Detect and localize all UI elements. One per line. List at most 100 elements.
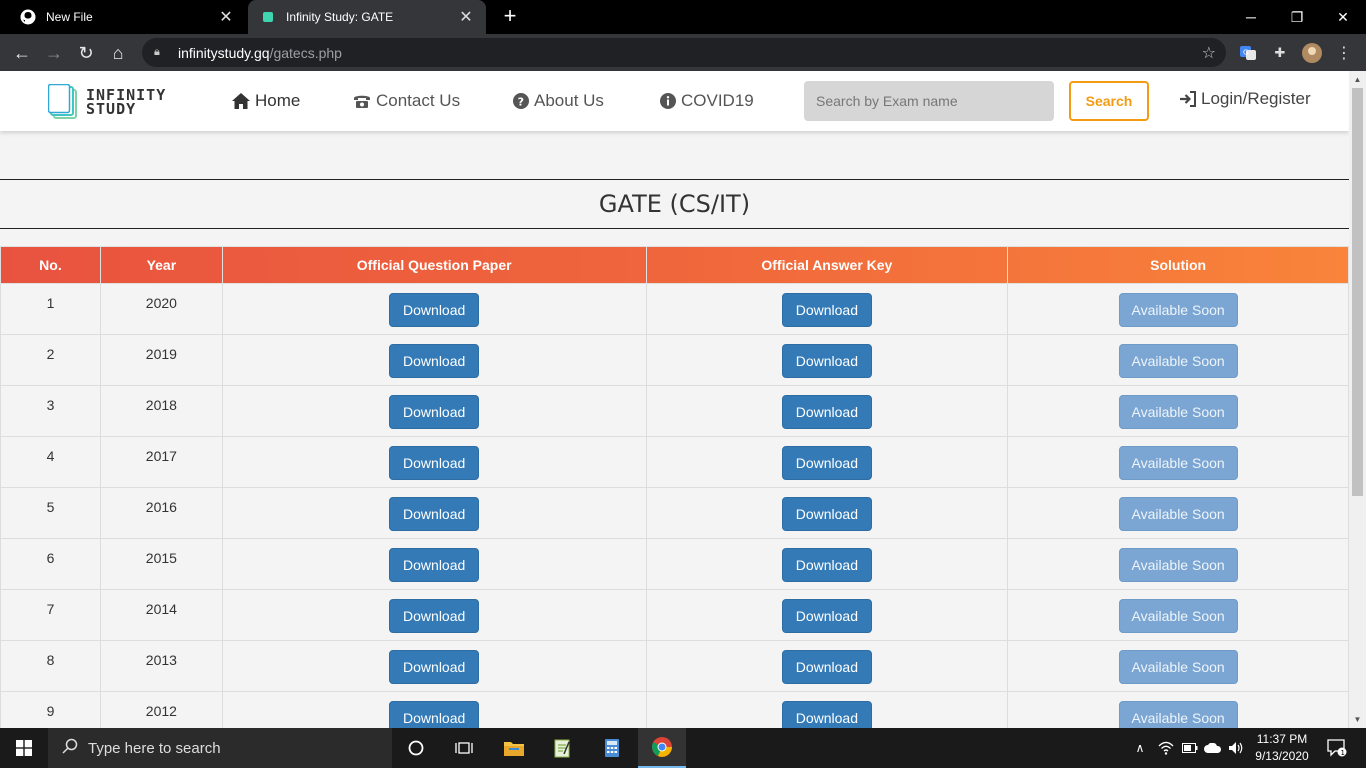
solution-available-soon-button[interactable]: Available Soon: [1118, 599, 1238, 633]
calculator-icon[interactable]: [588, 728, 636, 768]
solution-available-soon-button[interactable]: Available Soon: [1118, 497, 1238, 531]
tab-infinity-study[interactable]: Infinity Study: GATE ✕: [248, 0, 486, 34]
site-favicon-icon: [260, 9, 276, 25]
papers-table: No. Year Official Question Paper Officia…: [0, 246, 1349, 743]
row-year: 2019: [99, 334, 223, 386]
new-tab-button[interactable]: +: [498, 5, 522, 29]
clock-date: 9/13/2020: [1255, 749, 1309, 763]
restore-icon[interactable]: ❐: [1274, 0, 1320, 34]
nav-contact-us[interactable]: Contact Us: [353, 90, 460, 112]
download-answer-key-button[interactable]: Download: [781, 446, 872, 480]
extensions-puzzle-icon[interactable]: ✚: [1270, 43, 1290, 63]
table-row: 2 2019 Download Download Available Soon: [0, 334, 1349, 386]
solution-cell: Available Soon: [1007, 436, 1349, 488]
download-question-paper-button[interactable]: Download: [389, 650, 480, 684]
login-register-link[interactable]: Login/Register: [1179, 89, 1311, 109]
answer-key-cell: Download: [645, 538, 1009, 590]
url-host: infinitystudy.gq: [178, 44, 270, 61]
github-icon: [20, 9, 36, 25]
minimize-icon[interactable]: ─: [1228, 0, 1274, 34]
column-header: Solution: [1007, 246, 1349, 284]
scroll-up-icon[interactable]: ▲: [1349, 71, 1366, 88]
exam-search-input[interactable]: [804, 81, 1054, 121]
download-question-paper-button[interactable]: Download: [389, 395, 480, 429]
solution-available-soon-button[interactable]: Available Soon: [1118, 293, 1238, 327]
solution-available-soon-button[interactable]: Available Soon: [1118, 650, 1238, 684]
download-answer-key-button[interactable]: Download: [781, 344, 872, 378]
download-answer-key-button[interactable]: Download: [781, 497, 872, 531]
windows-start-button[interactable]: [0, 728, 48, 768]
translate-extension-icon[interactable]: G: [1238, 43, 1258, 63]
row-year: 2020: [99, 283, 223, 335]
home-browser-icon[interactable]: ⌂: [105, 40, 131, 66]
onedrive-cloud-icon[interactable]: [1203, 728, 1223, 768]
login-label: Login/Register: [1201, 89, 1311, 108]
reload-icon[interactable]: ↻: [73, 40, 99, 66]
profile-avatar[interactable]: [1302, 43, 1322, 63]
download-question-paper-button[interactable]: Download: [389, 344, 480, 378]
action-center-notification-icon[interactable]: 1: [1322, 728, 1352, 768]
chrome-menu-icon[interactable]: ⋮: [1334, 43, 1354, 63]
volume-icon[interactable]: [1226, 728, 1246, 768]
address-bar[interactable]: 🔒︎ infinitystudy.gq/gatecs.php ☆: [142, 38, 1226, 67]
download-question-paper-button[interactable]: Download: [389, 599, 480, 633]
answer-key-cell: Download: [645, 385, 1009, 437]
scroll-down-icon[interactable]: ▼: [1349, 711, 1366, 728]
svg-text:?: ?: [518, 96, 524, 109]
taskbar-clock[interactable]: 11:37 PM 9/13/2020: [1248, 731, 1316, 765]
battery-icon[interactable]: [1180, 728, 1200, 768]
solution-available-soon-button[interactable]: Available Soon: [1118, 548, 1238, 582]
row-number: 5: [0, 487, 101, 539]
row-number: 1: [0, 283, 101, 335]
download-question-paper-button[interactable]: Download: [389, 446, 480, 480]
nav-about-us[interactable]: ? About Us: [513, 90, 604, 112]
search-button[interactable]: Search: [1069, 81, 1149, 121]
taskbar-search-box[interactable]: Type here to search: [48, 728, 392, 768]
tab-title: New File: [46, 10, 93, 24]
solution-available-soon-button[interactable]: Available Soon: [1118, 395, 1238, 429]
site-header: INFINITY STUDY Home Contact Us ? About U…: [0, 71, 1349, 131]
task-view-icon[interactable]: [440, 728, 488, 768]
question-paper-cell: Download: [221, 385, 647, 437]
phone-icon: [353, 93, 371, 109]
chrome-taskbar-icon[interactable]: [638, 728, 686, 768]
download-question-paper-button[interactable]: Download: [389, 548, 480, 582]
download-answer-key-button[interactable]: Download: [781, 548, 872, 582]
home-icon: [232, 93, 250, 109]
site-logo[interactable]: INFINITY STUDY: [47, 83, 180, 120]
page-scrollbar[interactable]: ▲ ▼: [1349, 71, 1366, 728]
close-window-icon[interactable]: ✕: [1320, 0, 1366, 34]
close-tab-icon[interactable]: ✕: [458, 7, 474, 27]
back-arrow-icon[interactable]: ←: [9, 40, 35, 66]
scrollbar-thumb[interactable]: [1352, 88, 1363, 496]
file-explorer-icon[interactable]: [490, 728, 538, 768]
column-header: Official Question Paper: [221, 246, 647, 284]
solution-cell: Available Soon: [1007, 640, 1349, 692]
tab-title: Infinity Study: GATE: [286, 10, 394, 24]
download-answer-key-button[interactable]: Download: [781, 650, 872, 684]
logo-mark-icon: [47, 83, 77, 120]
question-paper-cell: Download: [221, 640, 647, 692]
row-year: 2013: [99, 640, 223, 692]
nav-covid19[interactable]: COVID19: [660, 90, 754, 112]
download-question-paper-button[interactable]: Download: [389, 293, 480, 327]
close-tab-icon[interactable]: ✕: [218, 7, 234, 27]
tab-new-file[interactable]: New File ✕: [8, 0, 246, 34]
show-hidden-icons-chevron-icon[interactable]: ∧: [1130, 728, 1150, 768]
clock-time: 11:37 PM: [1256, 732, 1308, 746]
download-question-paper-button[interactable]: Download: [389, 497, 480, 531]
solution-available-soon-button[interactable]: Available Soon: [1118, 446, 1238, 480]
nav-home[interactable]: Home: [232, 90, 300, 112]
download-answer-key-button[interactable]: Download: [781, 395, 872, 429]
bookmark-star-icon[interactable]: ☆: [1202, 43, 1216, 63]
download-answer-key-button[interactable]: Download: [781, 293, 872, 327]
notepad-icon[interactable]: [538, 728, 586, 768]
wifi-icon[interactable]: [1156, 728, 1176, 768]
logo-text: INFINITY STUDY: [86, 86, 167, 118]
solution-available-soon-button[interactable]: Available Soon: [1118, 344, 1238, 378]
cortana-icon[interactable]: [392, 728, 440, 768]
download-answer-key-button[interactable]: Download: [781, 599, 872, 633]
windows-taskbar: Type here to search ∧ 11:37 PM 9/13/2020…: [0, 728, 1366, 768]
answer-key-cell: Download: [645, 436, 1009, 488]
forward-arrow-icon[interactable]: →: [41, 40, 67, 66]
